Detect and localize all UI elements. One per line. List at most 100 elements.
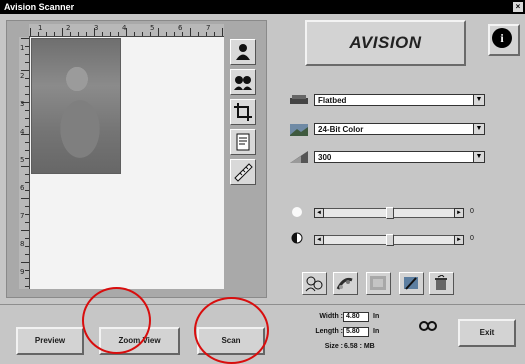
color-balance-button[interactable] — [333, 272, 358, 295]
ruler-left-tick — [25, 86, 29, 87]
ruler-left-tick — [21, 166, 29, 167]
ruler-left-number: 3 — [20, 100, 25, 108]
title-bar: Avision Scanner × — [0, 0, 525, 14]
ruler-top-tick — [174, 32, 175, 36]
ruler-top-number: 5 — [150, 24, 155, 32]
ruler-left-tick — [25, 206, 29, 207]
mirror-button[interactable] — [230, 69, 256, 95]
image-type-icon — [289, 123, 309, 137]
ruler-icon — [234, 163, 253, 182]
info-icon: i — [492, 28, 512, 48]
scan-highlight-circle — [194, 297, 269, 364]
ruler-top-tick — [190, 28, 191, 36]
ruler-top-tick — [222, 28, 223, 36]
crop-icon — [234, 103, 252, 121]
preview-image — [31, 38, 121, 174]
ruler-left-tick — [25, 278, 29, 279]
halftone-icon — [370, 276, 386, 290]
contrast-thumb[interactable] — [386, 234, 394, 246]
ruler-left-tick — [25, 110, 29, 111]
brand-text: AVISION — [349, 33, 422, 52]
ruler-left-tick — [21, 262, 29, 263]
ruler-top-tick — [158, 28, 159, 36]
ruler-top-tick — [30, 28, 31, 36]
contrast-decrease[interactable]: ◄ — [314, 235, 324, 245]
size-label: Size : — [324, 343, 343, 350]
ruler-left-tick — [25, 46, 29, 47]
ruler-left-tick — [25, 254, 29, 255]
ruler-left-tick — [25, 150, 29, 151]
size-value: 6.58 : MB — [344, 343, 375, 350]
ruler-top-number: 4 — [122, 24, 127, 32]
ruler-top-tick — [198, 32, 199, 36]
brightness-icon — [290, 205, 310, 219]
color-balance-icon — [336, 277, 353, 290]
brightness-increase[interactable]: ► — [454, 208, 464, 218]
width-input[interactable]: 4.80 — [343, 312, 369, 322]
ruler-top-tick — [214, 32, 215, 36]
ruler-top-tick — [46, 32, 47, 36]
brand-logo[interactable]: AVISION — [305, 20, 466, 66]
image-type-value: 24-Bit Color — [318, 125, 364, 134]
zoom-highlight-circle — [82, 287, 151, 354]
auto-crop-button[interactable] — [230, 39, 256, 65]
document-icon — [236, 133, 250, 151]
info-button[interactable]: i — [488, 24, 520, 56]
ruler-top-number: 1 — [38, 24, 43, 32]
ruler-top-number: 2 — [66, 24, 71, 32]
face-adjust-button[interactable] — [302, 272, 327, 295]
scan-mode-select[interactable]: Flatbed ▼ — [314, 94, 485, 106]
ruler-left-tick — [25, 238, 29, 239]
preview-button[interactable]: Preview — [16, 327, 84, 355]
image-type-select[interactable]: 24-Bit Color ▼ — [314, 123, 485, 135]
width-label: Width : — [319, 313, 343, 320]
scanner-icon — [289, 93, 309, 107]
ruler-top-tick — [78, 32, 79, 36]
ruler-top-tick — [70, 32, 71, 36]
ruler-left-tick — [25, 158, 29, 159]
resolution-select[interactable]: 300 ▼ — [314, 151, 485, 163]
document-button[interactable] — [230, 129, 256, 155]
crop-button[interactable] — [230, 99, 256, 125]
link-icon[interactable] — [419, 319, 437, 331]
ruler-left-tick — [25, 142, 29, 143]
exit-button[interactable]: Exit — [458, 319, 516, 347]
width-unit: In — [373, 313, 380, 320]
brightness-decrease[interactable]: ◄ — [314, 208, 324, 218]
ruler-top-tick — [38, 32, 39, 36]
ruler-top-tick — [86, 32, 87, 36]
separator-line — [0, 304, 525, 305]
ruler-left-tick — [21, 70, 29, 71]
ruler-left-number: 8 — [20, 240, 25, 248]
length-label: Length : — [315, 328, 343, 335]
ruler-left-number: 1 — [20, 44, 25, 52]
ruler-left-tick — [25, 214, 29, 215]
brightness-slider[interactable]: ◄ ► — [314, 207, 464, 219]
ruler-left-number: 6 — [20, 184, 25, 192]
ruler-top-tick — [182, 32, 183, 36]
contrast-icon — [290, 231, 310, 245]
ruler-left-tick — [25, 270, 29, 271]
brightness-thumb[interactable] — [386, 207, 394, 219]
ruler-top-tick — [102, 32, 103, 36]
ruler-left-tick — [25, 126, 29, 127]
scan-mode-value: Flatbed — [318, 96, 347, 105]
contrast-increase[interactable]: ► — [454, 235, 464, 245]
ruler-left-tick — [25, 94, 29, 95]
eyedropper-button[interactable] — [399, 272, 424, 295]
chevron-down-icon: ▼ — [473, 95, 484, 105]
trash-button[interactable] — [429, 272, 454, 295]
chevron-down-icon: ▼ — [473, 124, 484, 134]
ruler-top-tick — [142, 32, 143, 36]
ruler-top-tick — [206, 32, 207, 36]
close-button[interactable]: × — [513, 2, 523, 12]
contrast-slider[interactable]: ◄ ► — [314, 234, 464, 246]
ruler-left-tick — [21, 38, 29, 39]
ruler-left-tick — [25, 118, 29, 119]
ruler-button[interactable] — [230, 159, 256, 185]
halftone-button[interactable] — [366, 272, 391, 295]
ruler-left-tick — [25, 174, 29, 175]
length-input[interactable]: 5.80 — [343, 327, 369, 337]
length-unit: In — [373, 328, 380, 335]
ruler-top-number: 3 — [94, 24, 99, 32]
